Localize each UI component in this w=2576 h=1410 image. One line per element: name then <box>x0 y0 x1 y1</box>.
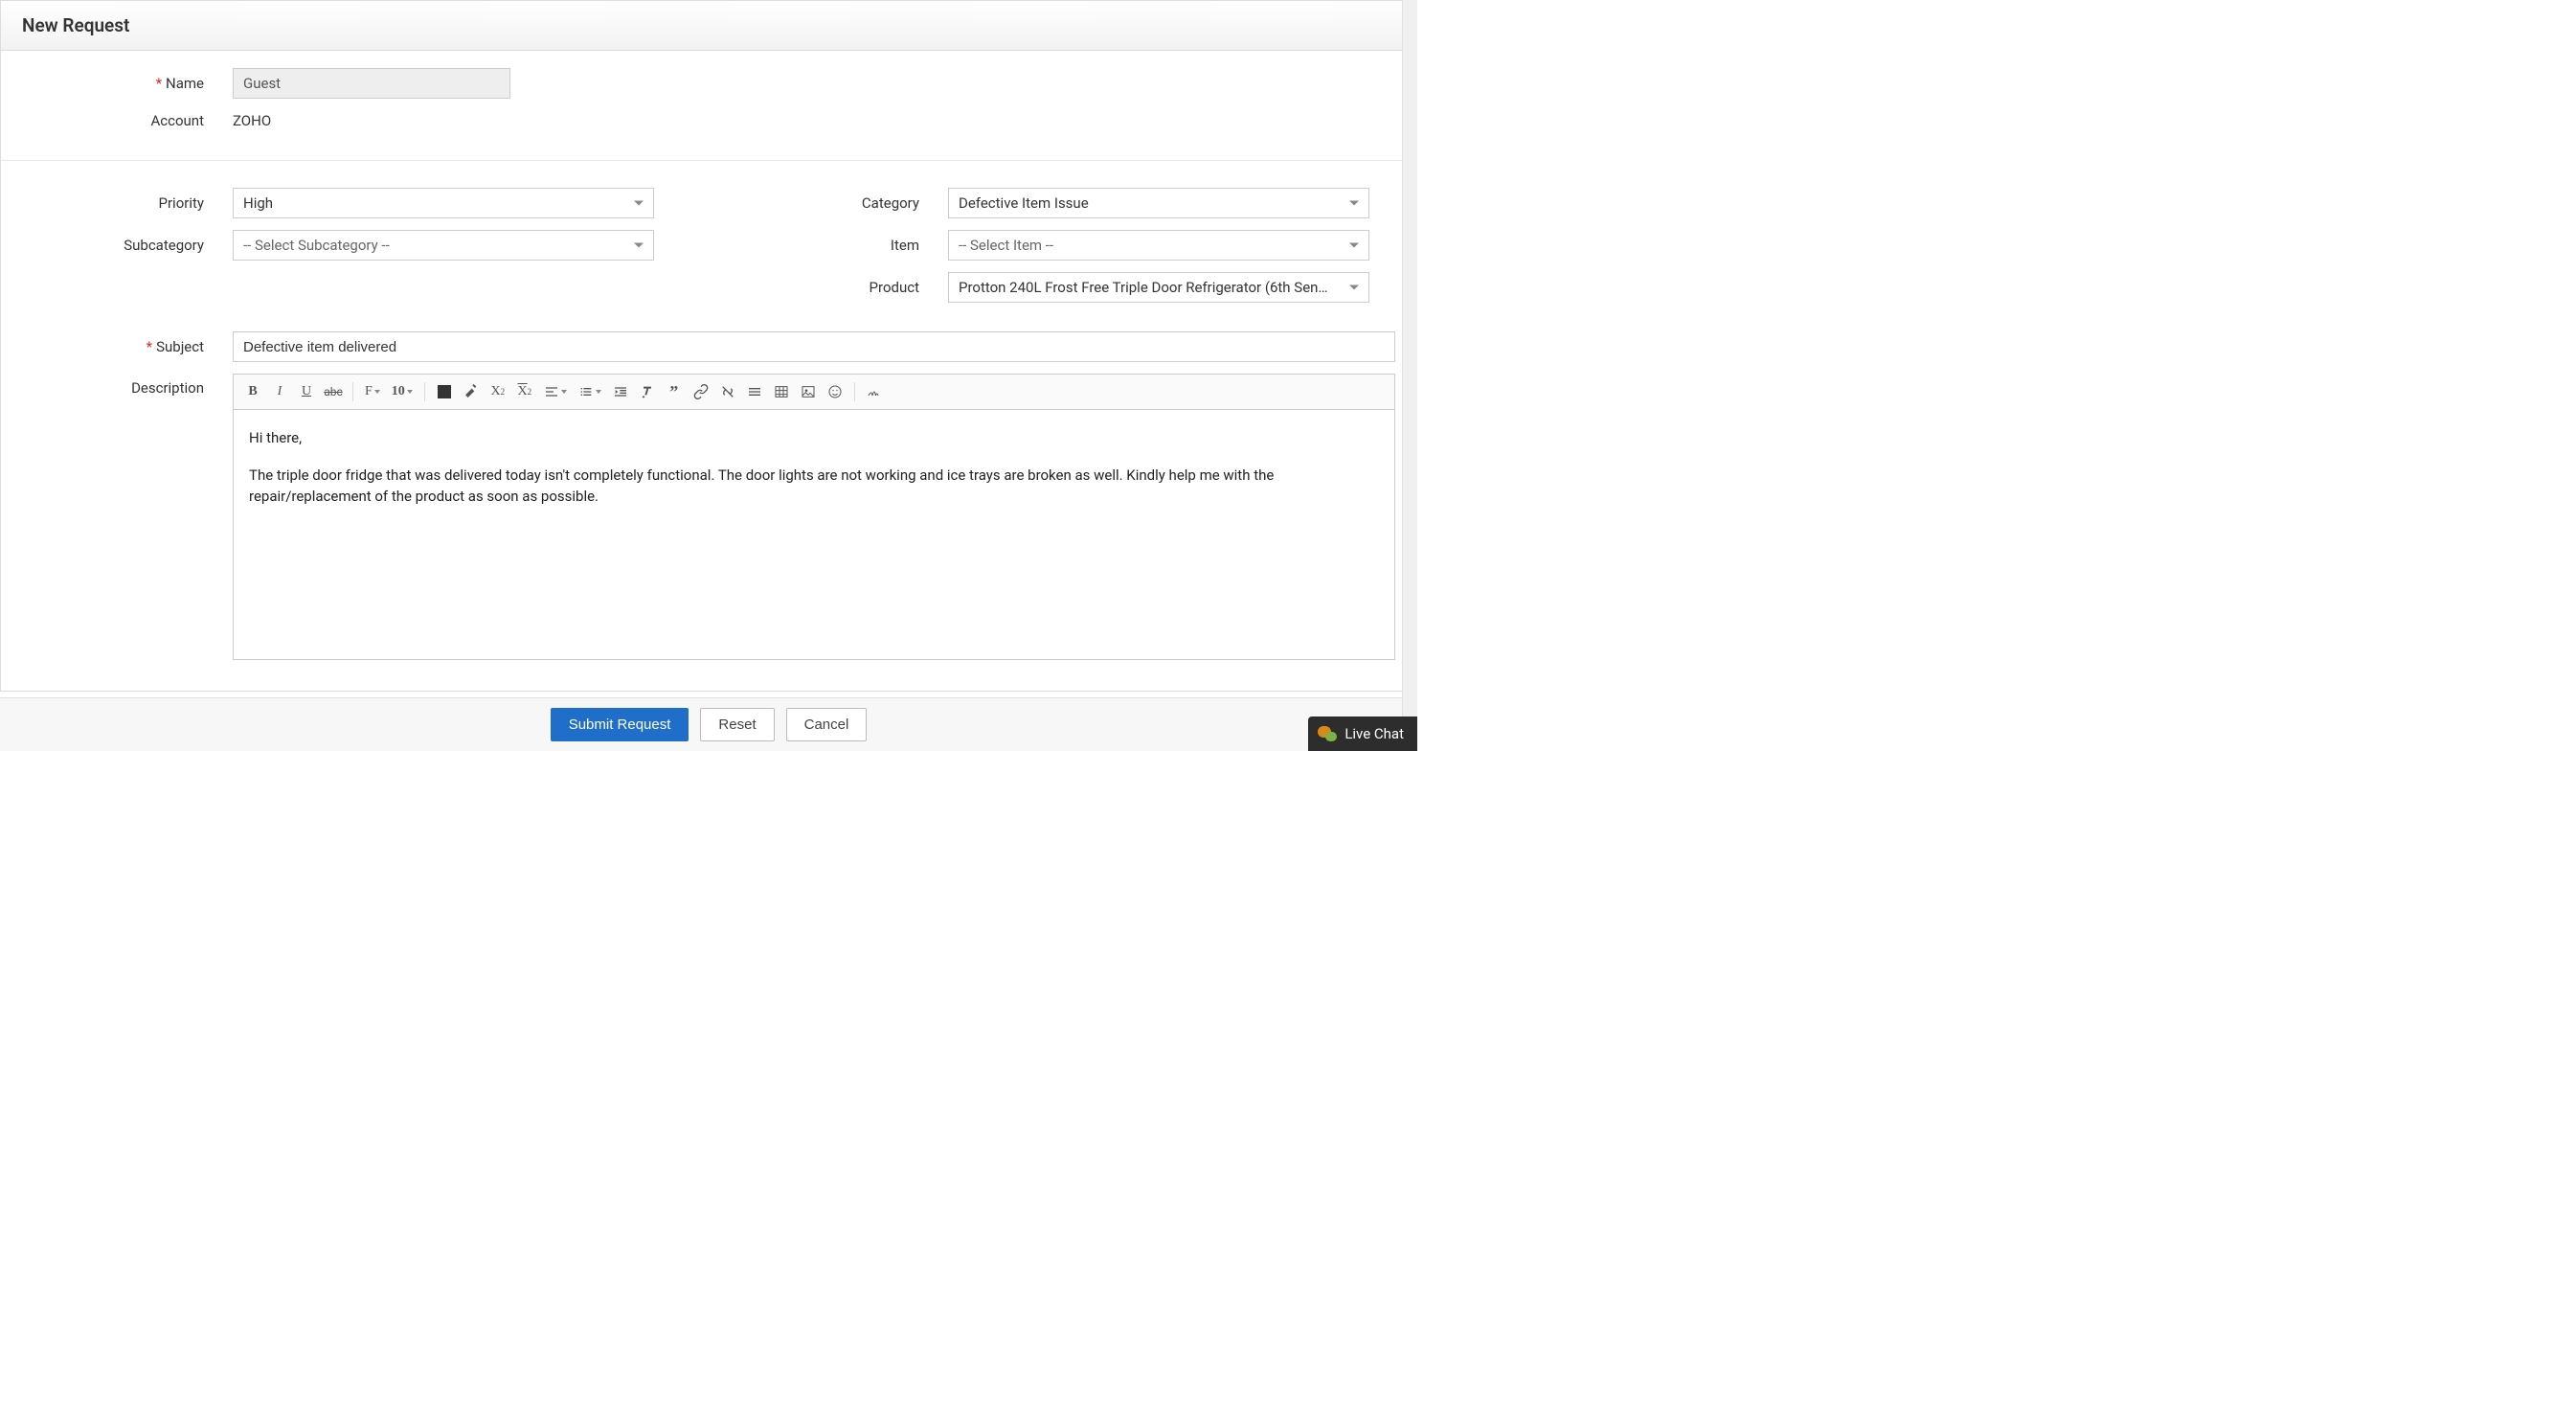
bold-icon[interactable]: B <box>241 380 264 403</box>
table-icon[interactable] <box>770 380 793 403</box>
link-icon[interactable] <box>689 380 712 403</box>
label-category: Category <box>737 194 948 212</box>
superscript-icon[interactable]: X2 <box>513 380 536 403</box>
align-icon[interactable] <box>540 380 571 403</box>
label-name: *Name <box>22 75 233 92</box>
label-subject: *Subject <box>22 338 233 355</box>
separator <box>854 382 855 401</box>
subcategory-select[interactable]: -- Select Subcategory -- <box>233 230 654 261</box>
live-chat-label: Live Chat <box>1344 725 1404 742</box>
underline-icon[interactable]: U <box>295 380 318 403</box>
editor-toolbar: B I U abc F 10 X2 <box>234 375 1394 410</box>
separator <box>424 382 425 401</box>
page-header: New Request <box>0 0 1417 51</box>
label-description: Description <box>22 374 233 397</box>
signature-icon[interactable] <box>863 380 886 403</box>
description-editor: B I U abc F 10 X2 <box>233 374 1395 660</box>
subject-input[interactable] <box>233 331 1395 362</box>
description-textarea[interactable]: Hi there, The triple door fridge that wa… <box>234 410 1394 659</box>
emoji-icon[interactable] <box>824 380 847 403</box>
color-icon[interactable] <box>433 380 456 403</box>
outdent-icon[interactable] <box>609 380 632 403</box>
unlink-icon[interactable] <box>716 380 739 403</box>
priority-select[interactable]: High <box>233 188 654 218</box>
chevron-down-icon <box>1349 285 1359 290</box>
label-item: Item <box>737 237 948 254</box>
label-product: Product <box>737 279 948 296</box>
account-value: ZOHO <box>233 110 1395 131</box>
label-account: Account <box>22 112 233 129</box>
cancel-button[interactable]: Cancel <box>786 708 868 741</box>
chevron-down-icon <box>634 243 644 248</box>
subscript-icon[interactable]: X2 <box>486 380 509 403</box>
chat-icon <box>1318 724 1337 743</box>
submit-button[interactable]: Submit Request <box>551 708 689 741</box>
chevron-down-icon <box>1349 201 1359 206</box>
italic-icon[interactable]: I <box>268 380 291 403</box>
product-select[interactable]: Protton 240L Frost Free Triple Door Refr… <box>948 272 1369 303</box>
font-size-select[interactable]: 10 <box>388 380 417 403</box>
form-footer: Submit Request Reset Cancel <box>0 697 1417 751</box>
page-title: New Request <box>22 14 1395 36</box>
item-select[interactable]: -- Select Item -- <box>948 230 1369 261</box>
highlight-icon[interactable] <box>460 380 483 403</box>
request-form: *Name Guest Account ZOHO Priority <box>0 51 1417 692</box>
font-family-icon[interactable]: F <box>361 380 384 403</box>
quote-icon[interactable]: ” <box>663 380 686 403</box>
live-chat-button[interactable]: Live Chat <box>1308 716 1417 751</box>
clear-format-icon[interactable] <box>636 380 659 403</box>
category-select[interactable]: Defective Item Issue <box>948 188 1369 218</box>
image-icon[interactable] <box>797 380 820 403</box>
separator <box>352 382 353 401</box>
chevron-down-icon <box>634 201 644 206</box>
desc-paragraph: Hi there, <box>249 427 1379 449</box>
desc-paragraph: The triple door fridge that was delivere… <box>249 465 1379 508</box>
chevron-down-icon <box>1349 243 1359 248</box>
strike-icon[interactable]: abc <box>322 380 345 403</box>
reset-button[interactable]: Reset <box>700 708 774 741</box>
scrollbar[interactable] <box>1402 0 1417 751</box>
hr-icon[interactable] <box>743 380 766 403</box>
label-subcategory: Subcategory <box>22 237 233 254</box>
label-priority: Priority <box>22 194 233 212</box>
list-icon[interactable] <box>575 380 605 403</box>
name-field: Guest <box>233 68 510 99</box>
